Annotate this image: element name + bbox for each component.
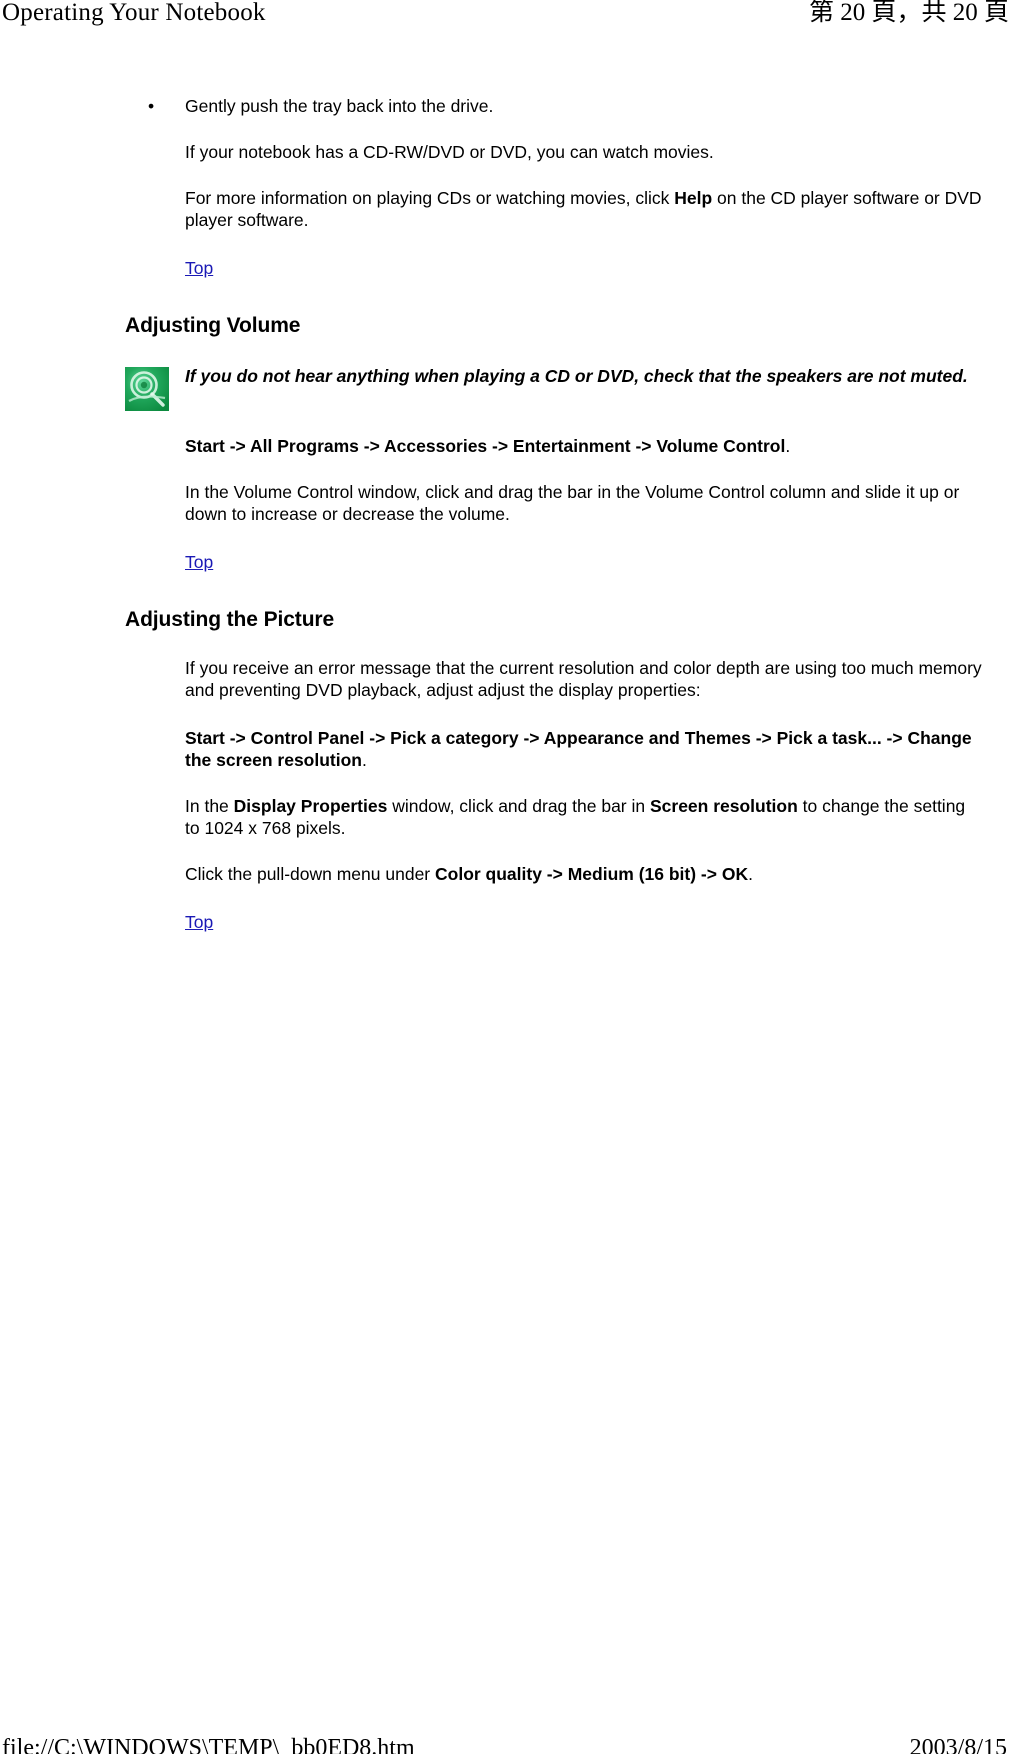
paragraph-color-quality: Click the pull-down menu under Color qua… <box>185 863 983 885</box>
top-link-row-3: Top <box>185 911 1013 933</box>
paragraph-more-information: For more information on playing CDs or w… <box>185 187 983 231</box>
command-path-display: Start -> Control Panel -> Pick a categor… <box>185 727 983 771</box>
color-bold-path: Color quality -> Medium (16 bit) -> OK <box>435 864 749 884</box>
more-info-text-before: For more information on playing CDs or w… <box>185 188 675 208</box>
paragraph-error-message: If you receive an error message that the… <box>185 658 982 700</box>
print-header: Operating Your Notebook 第 20 頁，共 20 頁 <box>0 0 1013 34</box>
top-link-row-2: Top <box>185 551 1013 573</box>
color-text-before: Click the pull-down menu under <box>185 864 435 884</box>
command-path-display-text: Start -> Control Panel -> Pick a categor… <box>185 728 972 770</box>
print-header-title: Operating Your Notebook <box>2 0 266 26</box>
top-link[interactable]: Top <box>185 258 213 278</box>
paragraph-watch-movies: If your notebook has a CD-RW/DVD or DVD,… <box>185 142 714 162</box>
command-path-volume-period: . <box>785 436 791 456</box>
command-path-volume-text: Start -> All Programs -> Accessories -> … <box>185 436 786 456</box>
top-link[interactable]: Top <box>185 552 213 572</box>
print-header-page-indicator: 第 20 頁，共 20 頁 <box>808 0 1009 26</box>
print-footer-date: 2003/8/15 <box>909 1735 1007 1754</box>
display-bold-properties: Display Properties <box>233 796 388 816</box>
list-item-text: Gently push the tray back into the drive… <box>185 96 494 116</box>
command-path-display-period: . <box>362 750 367 770</box>
bullet-icon: • <box>148 96 155 116</box>
heading-adjusting-volume: Adjusting Volume <box>125 314 301 337</box>
heading-adjusting-the-picture: Adjusting the Picture <box>125 608 335 631</box>
top-link-row-1: Top <box>185 257 1013 279</box>
paragraph-volume-control: In the Volume Control window, click and … <box>185 482 960 524</box>
paragraph-display-properties: In the Display Properties window, click … <box>185 795 983 839</box>
print-footer-file-path: file://C:\WINDOWS\TEMP\_bb0ED8.htm <box>2 1735 415 1754</box>
display-text-before: In the <box>185 796 234 816</box>
top-link[interactable]: Top <box>185 912 213 932</box>
list-item: • Gently push the tray back into the dri… <box>126 95 983 117</box>
display-bold-screen-resolution: Screen resolution <box>649 796 798 816</box>
color-text-after: . <box>748 864 753 884</box>
green-disc-note-icon <box>125 367 169 411</box>
command-path-volume: Start -> All Programs -> Accessories -> … <box>185 435 983 457</box>
print-footer: file://C:\WINDOWS\TEMP\_bb0ED8.htm 2003/… <box>0 1734 1013 1754</box>
document-body: • Gently push the tray back into the dri… <box>0 95 1013 933</box>
note-callout-volume: If you do not hear anything when playing… <box>125 365 983 411</box>
more-info-bold-help: Help <box>674 188 713 208</box>
display-text-middle: window, click and drag the bar in <box>387 796 650 816</box>
note-text-volume: If you do not hear anything when playing… <box>185 366 968 386</box>
